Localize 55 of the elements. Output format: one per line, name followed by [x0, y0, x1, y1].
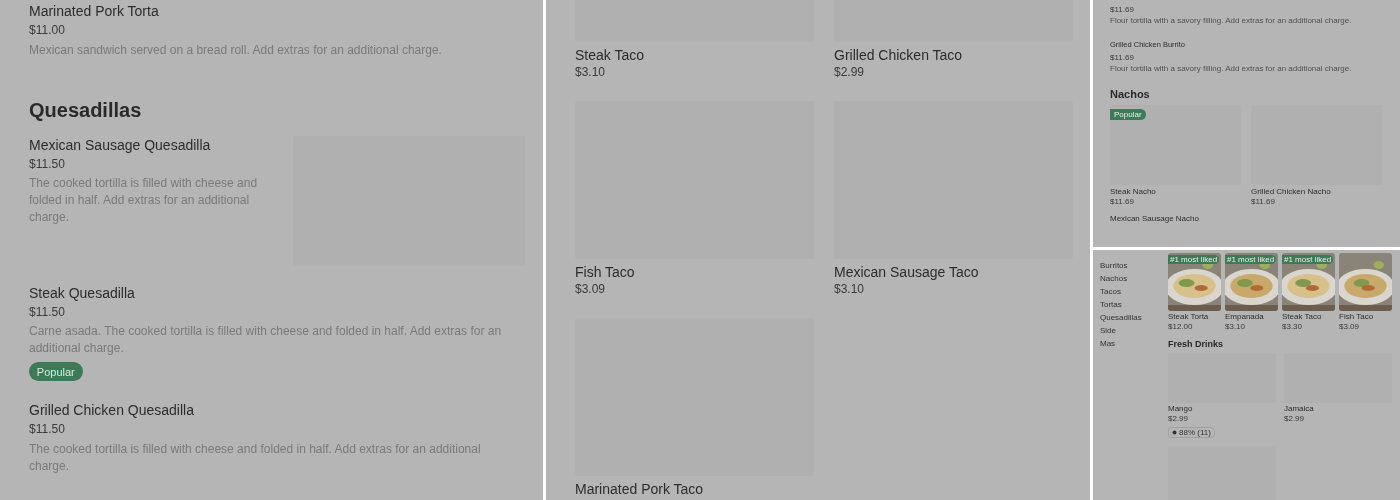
rank-badge: #1 most liked: [1225, 255, 1277, 264]
item-price: $3.30: [1282, 322, 1304, 333]
category-link[interactable]: Nachos: [1100, 274, 1162, 283]
category-link[interactable]: Mas: [1100, 339, 1162, 348]
item-name[interactable]: Steak Torta: [1168, 312, 1221, 323]
category-link[interactable]: Quesadillas: [1100, 313, 1162, 322]
rank-badge: #1 most liked: [1168, 255, 1220, 264]
item-name[interactable]: Steak Taco: [575, 46, 814, 65]
category-link[interactable]: Burritos: [1100, 261, 1162, 270]
item-price: $11.50: [29, 304, 65, 321]
category-link[interactable]: Tortas: [1100, 300, 1162, 309]
item-name: Marinated Pork Torta: [29, 2, 159, 21]
item-price: $2.99: [834, 65, 866, 81]
item-price: $11.69: [1110, 5, 1134, 16]
item-name[interactable]: Fish Taco: [575, 262, 814, 281]
section-title: Fresh Drinks: [1168, 338, 1225, 349]
item-price: $2.99: [1168, 414, 1190, 425]
item-name[interactable]: Grilled Chicken Quesadilla: [29, 401, 194, 420]
item-price: $3.10: [1225, 322, 1247, 333]
section-title: Nachos: [1110, 87, 1151, 100]
item-description: Flour tortilla with a savory filling. Add extras for an additional charge.: [1110, 16, 1352, 26]
image-placeholder[interactable]: [1110, 104, 1241, 185]
item-name[interactable]: Grilled Chicken Nacho: [1251, 186, 1382, 198]
item-name[interactable]: Mango: [1168, 403, 1276, 415]
popular-badge: Popular: [1110, 108, 1146, 120]
section-title: Quesadillas: [29, 98, 143, 122]
category-link[interactable]: Tacos: [1100, 287, 1162, 296]
item-name[interactable]: Mexican Sausage Quesadilla: [29, 135, 211, 154]
item-price: $3.09: [575, 281, 607, 298]
rating-text: 88% (11): [1179, 427, 1211, 437]
item-name[interactable]: Mexican Sausage Taco: [834, 262, 1073, 281]
item-price: $11.69: [1251, 197, 1276, 208]
item-name[interactable]: Steak Nacho: [1110, 186, 1241, 198]
item-name[interactable]: Mexican Sausage Nacho: [1110, 213, 1388, 224]
item-price: $11.69: [1110, 52, 1134, 64]
category-link[interactable]: Side: [1100, 326, 1162, 335]
item-price: $11.00: [29, 23, 65, 39]
item-name[interactable]: Steak Taco: [1282, 312, 1335, 323]
item-price: $3.10: [575, 65, 607, 81]
item-description: Flour tortilla with a savory filling. Add extras for an additional charge.: [1110, 64, 1352, 74]
item-name[interactable]: Grilled Chicken Taco: [834, 46, 1073, 65]
item-price: $3.09: [1339, 322, 1361, 333]
item-price: $11.69: [1110, 197, 1135, 208]
item-name[interactable]: Steak Quesadilla: [29, 283, 135, 302]
item-price: $2.99: [1284, 414, 1306, 425]
item-price: $11.50: [29, 156, 65, 173]
item-name[interactable]: Empanada: [1225, 312, 1278, 323]
item-price: $3.10: [834, 281, 866, 298]
item-name[interactable]: Marinated Pork Taco: [575, 479, 814, 498]
popular-badge: Popular: [29, 361, 83, 382]
item-name[interactable]: Fish Taco: [1339, 312, 1392, 323]
item-name[interactable]: Jamaica: [1284, 403, 1392, 415]
rank-badge: #1 most liked: [1282, 255, 1334, 264]
item-price: $12.00: [1168, 322, 1194, 333]
item-price: $11.50: [29, 422, 65, 439]
